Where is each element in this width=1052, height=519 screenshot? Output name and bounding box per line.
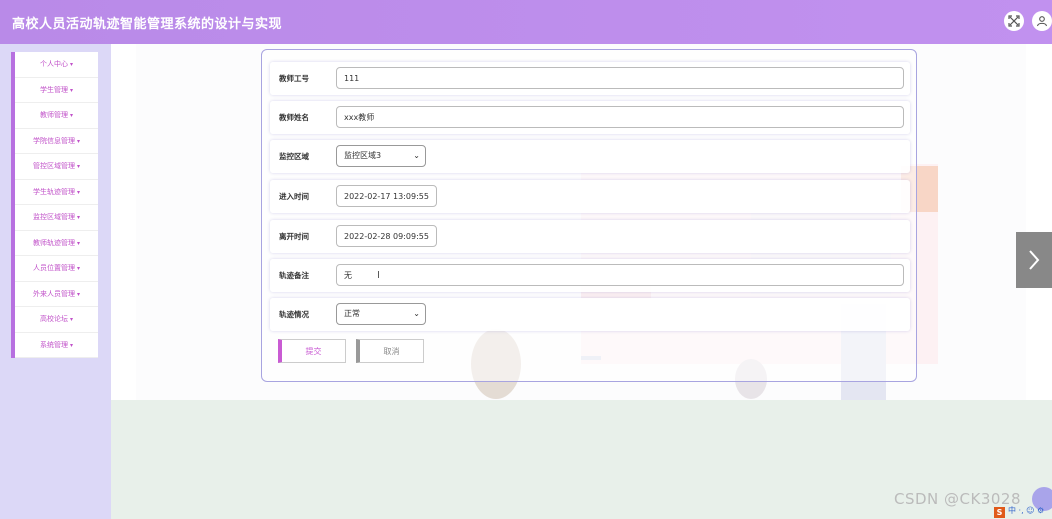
- enter-time-input[interactable]: 2022-02-17 13:09:55: [336, 185, 437, 207]
- enter-time-label: 进入时间: [279, 192, 309, 201]
- track-note-label: 轨迹备注: [279, 271, 309, 280]
- sidebar-item-label: 个人中心: [39, 60, 68, 68]
- watermark: CSDN @CK3028: [894, 490, 1022, 508]
- sidebar-item-label: 人员位置管理: [32, 264, 75, 272]
- form-row-teacher-name: 教师姓名 xxx教师: [270, 101, 910, 134]
- sidebar-item-college-info[interactable]: 学院信息管理 ▾: [15, 129, 98, 154]
- teacher-id-input[interactable]: 111: [336, 67, 904, 89]
- sidebar-item-person-location[interactable]: 人员位置管理 ▾: [15, 256, 98, 282]
- chevron-down-icon: ▾: [69, 341, 73, 349]
- chevron-down-icon: ▾: [76, 214, 80, 221]
- text-cursor-icon: I: [377, 270, 380, 281]
- sidebar-item-label: 高校论坛: [39, 315, 68, 323]
- teacher-name-label: 教师姓名: [279, 113, 309, 122]
- chevron-down-icon: ⌄: [413, 309, 420, 318]
- chevron-down-icon: ▾: [69, 112, 73, 119]
- track-status-label: 轨迹情况: [279, 310, 309, 319]
- sidebar-item-label: 外来人员管理: [32, 289, 75, 298]
- monitor-area-label: 监控区域: [279, 152, 309, 161]
- next-slide-button[interactable]: [1016, 232, 1052, 288]
- submit-button[interactable]: 提交: [278, 339, 346, 363]
- chevron-down-icon: ▾: [76, 265, 80, 272]
- sidebar-item-label: 监控区域管理: [32, 213, 75, 221]
- sidebar-item-label: 学生管理: [39, 85, 68, 94]
- chevron-down-icon: ▾: [69, 61, 73, 68]
- sidebar-item-forum[interactable]: 高校论坛 ▾: [15, 307, 98, 333]
- sidebar-item-label: 教师管理: [39, 111, 68, 119]
- user-icon[interactable]: [1032, 11, 1052, 31]
- teacher-id-label: 教师工号: [279, 74, 309, 83]
- sidebar-item-label: 教师轨迹管理: [32, 238, 75, 247]
- sidebar-item-teacher-tracks[interactable]: 教师轨迹管理 ▾: [15, 231, 98, 256]
- top-header: 高校人员活动轨迹智能管理系统的设计与实现: [0, 0, 1052, 44]
- form-row-leave-time: 离开时间 2022-02-28 09:09:55: [270, 220, 910, 253]
- chevron-down-icon: ▾: [76, 137, 80, 145]
- form-row-track-note: 轨迹备注 无: [270, 259, 910, 292]
- chevron-down-icon: ▾: [76, 290, 80, 298]
- ime-logo-icon: S: [994, 507, 1005, 518]
- sidebar-item-system[interactable]: 系统管理 ▾: [15, 333, 98, 358]
- monitor-area-value: 监控区域3: [344, 151, 382, 160]
- form-row-track-status: 轨迹情况 正常 ⌄: [270, 298, 910, 331]
- sidebar-item-visitors[interactable]: 外来人员管理 ▾: [15, 282, 98, 307]
- teacher-track-form: 教师工号 111 教师姓名 xxx教师 监控区域 监控区域3 ⌄ 进入时间 20…: [261, 49, 917, 382]
- chevron-down-icon: ▾: [69, 316, 73, 323]
- sidebar-item-control-area[interactable]: 管控区域管理 ▾: [15, 154, 98, 180]
- sidebar-item-label: 管控区域管理: [32, 162, 75, 170]
- track-status-value: 正常: [344, 309, 360, 318]
- form-row-teacher-id: 教师工号 111: [270, 62, 910, 95]
- chevron-down-icon: ▾: [69, 86, 73, 94]
- teacher-name-input[interactable]: xxx教师: [336, 106, 904, 128]
- sidebar-menu: 个人中心 ▾ 学生管理 ▾ 教师管理 ▾ 学院信息管理 ▾ 管控区域管理 ▾ 学生轨迹管理…: [11, 52, 98, 358]
- track-status-select[interactable]: 正常 ⌄: [336, 303, 426, 325]
- app-title: 高校人员活动轨迹智能管理系统的设计与实现: [12, 16, 283, 32]
- sidebar-item-monitor-area[interactable]: 监控区域管理 ▾: [15, 205, 98, 231]
- sidebar-item-teachers[interactable]: 教师管理 ▾: [15, 103, 98, 129]
- chevron-down-icon: ▾: [76, 188, 80, 196]
- form-row-enter-time: 进入时间 2022-02-17 13:09:55: [270, 180, 910, 213]
- sidebar-item-students[interactable]: 学生管理 ▾: [15, 78, 98, 103]
- monitor-area-select[interactable]: 监控区域3 ⌄: [336, 145, 426, 167]
- chevron-down-icon: ⌄: [413, 151, 420, 160]
- leave-time-input[interactable]: 2022-02-28 09:09:55: [336, 225, 437, 247]
- track-note-input[interactable]: 无: [336, 264, 904, 286]
- form-row-monitor-area: 监控区域 监控区域3 ⌄: [270, 140, 910, 173]
- fullscreen-icon[interactable]: [1004, 11, 1024, 31]
- sidebar-item-label: 学生轨迹管理: [32, 187, 75, 196]
- sidebar-item-personal-center[interactable]: 个人中心 ▾: [15, 52, 98, 78]
- sidebar-item-label: 系统管理: [39, 340, 68, 349]
- leave-time-label: 离开时间: [279, 232, 309, 241]
- sidebar-item-student-tracks[interactable]: 学生轨迹管理 ▾: [15, 180, 98, 205]
- cancel-button[interactable]: 取消: [356, 339, 424, 363]
- sidebar-item-label: 学院信息管理: [32, 136, 75, 145]
- ime-toolbar[interactable]: 中 ·, ☺ ⚙: [1008, 505, 1044, 516]
- chevron-down-icon: ▾: [76, 239, 80, 247]
- chevron-right-icon: [1029, 250, 1040, 270]
- chevron-down-icon: ▾: [76, 163, 80, 170]
